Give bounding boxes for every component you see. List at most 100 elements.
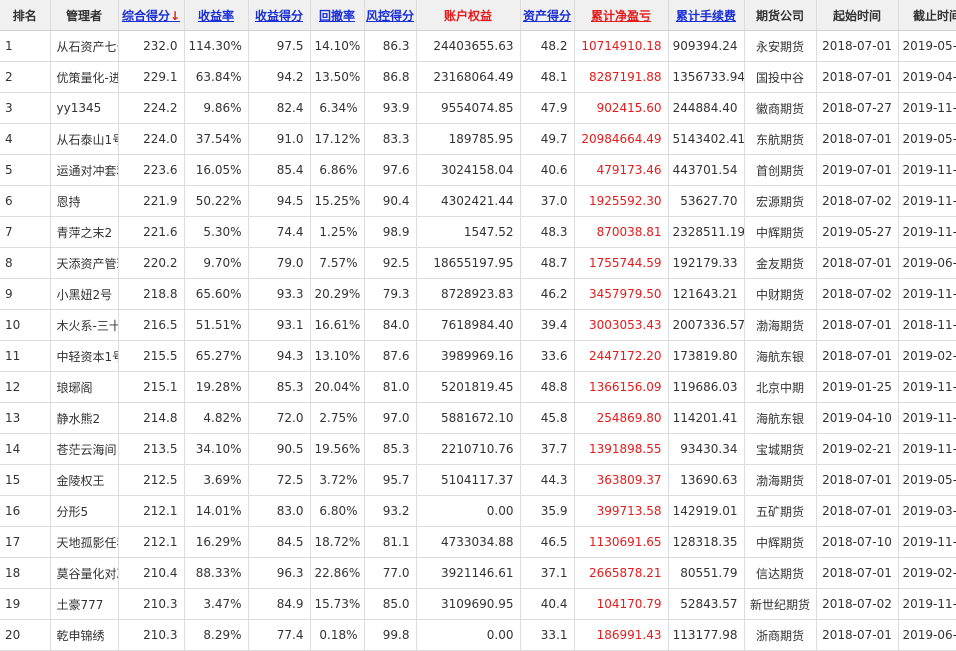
broker-cell: 新世纪期货 [744,588,817,620]
header-start: 起始时间 [816,0,899,31]
header-risk-score[interactable]: 风控得分 [364,0,417,31]
fee-cell: 2328511.19 [668,216,745,248]
return-score-cell: 91.0 [248,123,311,155]
manager-cell: 优策量化-进取 [50,61,119,93]
header-score-sort[interactable]: 综合得分↓ [118,0,185,31]
score-cell: 213.5 [118,433,185,465]
fee-cell: 53627.70 [668,185,745,217]
pnl-cell: 10714910.18 [574,30,669,62]
table-row[interactable]: 10木火系-三十三届216.551.51%93.116.61%84.076189… [0,309,956,341]
header-return-score[interactable]: 收益得分 [248,0,311,31]
risk-score-cell: 98.9 [364,216,417,248]
asset-score-cell: 48.8 [520,371,575,403]
header-pnl[interactable]: 累计净盈亏 [574,0,669,31]
drawdown-cell: 1.25% [310,216,365,248]
risk-score-cell: 93.9 [364,92,417,124]
pnl-cell: 479173.46 [574,154,669,186]
table-row[interactable]: 2优策量化-进取229.163.84%94.213.50%86.82316806… [0,61,956,93]
risk-score-cell: 85.3 [364,433,417,465]
table-row[interactable]: 16 分形5 212.1 14.01% 83.0 6.80% 93.2 0.00 35.9 399… [0,495,956,527]
table-row[interactable]: 12 琅琊阁 215.1 19.28% 85.3 20.04% 81.0 5201819.45… [0,371,956,403]
risk-score-cell: 99.8 [364,619,417,651]
table-row[interactable]: 19 土豪777 210.3 3.47% 84.9 15.73% 85.0 3109690.9… [0,588,956,620]
return-rate-cell: 16.05% [184,154,249,186]
fee-cell: 192179.33 [668,247,745,279]
table-row[interactable]: 13 静水熊2 214.8 4.82% 72.0 2.75% 97.0 5881672.10 4… [0,402,956,434]
return-rate-cell: 8.29% [184,619,249,651]
manager-cell: 分形5 [50,495,119,527]
score-cell: 212.1 [118,526,185,558]
asset-score-cell: 48.7 [520,247,575,279]
broker-cell: 宝城期货 [744,433,817,465]
end-date-cell: 2019-11-11 [898,154,956,186]
equity-cell: 8728923.83 [416,278,521,310]
table-row[interactable]: 14 苍茫云海间 213.5 34.10% 90.5 19.56% 85.3 2210710.… [0,433,956,465]
start-date-cell: 2018-07-01 [816,340,899,372]
rank-cell: 16 [0,495,51,527]
asset-score-cell: 44.3 [520,464,575,496]
table-row[interactable]: 9 小黑妞2号 218.8 65.60% 93.3 20.29% 79.3 8728923.8… [0,278,956,310]
table-row[interactable]: 4 从石泰山1号 224.0 37.54% 91.0 17.12% 83.3 189785.9… [0,123,956,155]
risk-score-cell: 86.8 [364,61,417,93]
equity-cell: 4733034.88 [416,526,521,558]
fee-cell: 128318.35 [668,526,745,558]
end-date-cell: 2019-11-11 [898,278,956,310]
pnl-cell: 1755744.59 [574,247,669,279]
table-row[interactable]: 5运通对冲套利进223.616.05%85.46.86%97.63024158.… [0,154,956,186]
rank-cell: 19 [0,588,51,620]
risk-score-cell: 92.5 [364,247,417,279]
end-date-cell: 2019-06-10 [898,619,956,651]
risk-score-cell: 93.2 [364,495,417,527]
return-rate-cell: 88.33% [184,557,249,589]
drawdown-cell: 18.72% [310,526,365,558]
broker-cell: 宏源期货 [744,185,817,217]
end-date-cell: 2019-11-11 [898,402,956,434]
table-row[interactable]: 1从石资产七号232.0114.30%97.514.10%86.32440365… [0,30,956,62]
risk-score-cell: 97.6 [364,154,417,186]
table-row[interactable]: 7 青萍之末2 221.6 5.30% 74.4 1.25% 98.9 1547.52 48.3… [0,216,956,248]
manager-cell: 苍茫云海间 [50,433,119,465]
table-row[interactable]: 6 恩持 221.9 50.22% 94.5 15.25% 90.4 4302421.44 37… [0,185,956,217]
rank-cell: 7 [0,216,51,248]
asset-score-cell: 40.6 [520,154,575,186]
equity-cell: 3989969.16 [416,340,521,372]
header-fee[interactable]: 累计手续费 [668,0,745,31]
broker-cell: 信达期货 [744,557,817,589]
manager-cell: 恩持 [50,185,119,217]
manager-cell: 乾申锦绣 [50,619,119,651]
table-row[interactable]: 20 乾申锦绣 210.3 8.29% 77.4 0.18% 99.8 0.00 33.1 186… [0,619,956,651]
header-return-rate[interactable]: 收益率 [184,0,249,31]
header-drawdown[interactable]: 回撤率 [310,0,365,31]
score-cell: 229.1 [118,61,185,93]
score-cell: 215.1 [118,371,185,403]
drawdown-cell: 22.86% [310,557,365,589]
rank-cell: 1 [0,30,51,62]
pnl-cell: 104170.79 [574,588,669,620]
rank-cell: 14 [0,433,51,465]
drawdown-cell: 7.57% [310,247,365,279]
table-row[interactable]: 15 金陵权王 212.5 3.69% 72.5 3.72% 95.7 5104117.37 4… [0,464,956,496]
rank-cell: 8 [0,247,51,279]
header-asset-score[interactable]: 资产得分 [520,0,575,31]
return-score-cell: 72.0 [248,402,311,434]
manager-cell: 静水熊2 [50,402,119,434]
manager-cell: 小黑妞2号 [50,278,119,310]
table-row[interactable]: 3 yy1345 224.2 9.86% 82.4 6.34% 93.9 9554074.85… [0,92,956,124]
end-date-cell: 2019-05-08 [898,123,956,155]
drawdown-cell: 17.12% [310,123,365,155]
fee-cell: 2007336.57 [668,309,745,341]
table-row[interactable]: 18莫谷量化对冲1号210.488.33%96.322.86%77.039211… [0,557,956,589]
table-row[interactable]: 17天地孤影任我行212.116.29%84.518.72%81.1473303… [0,526,956,558]
table-row[interactable]: 11 中轻资本1号 215.5 65.27% 94.3 13.10% 87.6 3989969… [0,340,956,372]
table-row[interactable]: 8天添资产管理220.29.70%79.07.57%92.518655197.9… [0,247,956,279]
score-cell: 210.3 [118,619,185,651]
fee-cell: 121643.21 [668,278,745,310]
end-date-cell: 2019-03-19 [898,495,956,527]
rank-cell: 3 [0,92,51,124]
broker-cell: 永安期货 [744,30,817,62]
fee-cell: 173819.80 [668,340,745,372]
score-cell: 210.3 [118,588,185,620]
equity-cell: 5104117.37 [416,464,521,496]
risk-score-cell: 86.3 [364,30,417,62]
fee-cell: 52843.57 [668,588,745,620]
